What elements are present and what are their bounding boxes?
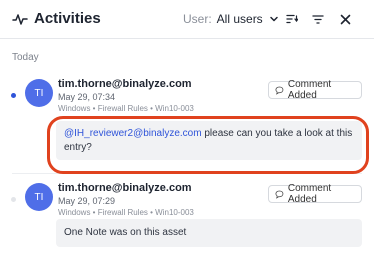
activity-date: May 29, 07:34 <box>58 92 116 102</box>
comment-text: @IH_reviewer2@binalyze.com please can yo… <box>56 121 362 160</box>
avatar: TI <box>25 183 53 211</box>
activity-user: tim.thorne@binalyze.com <box>58 78 192 90</box>
filter-icon <box>312 15 324 24</box>
sort-button[interactable] <box>284 11 300 27</box>
panel-title: Activities <box>34 10 101 27</box>
activity-context: Windows • Firewall Rules • Win10-003 <box>58 208 194 217</box>
unread-indicator <box>11 93 16 98</box>
close-icon <box>340 14 350 24</box>
read-indicator <box>11 197 16 202</box>
badge-label: Comment Added <box>287 79 332 101</box>
user-filter-value: All users <box>216 12 263 26</box>
activity-type-badge: Comment Added <box>268 183 362 205</box>
comment-bubble-icon <box>275 190 284 199</box>
panel-header: Activities User: All users <box>0 0 374 38</box>
chevron-down-icon <box>269 16 278 22</box>
filter-button[interactable] <box>310 11 326 27</box>
comment-body: One Note was on this asset <box>64 227 187 238</box>
section-label-today: Today <box>12 52 39 63</box>
activity-user: tim.thorne@binalyze.com <box>58 182 192 194</box>
activity-entry[interactable]: TI tim.thorne@binalyze.com May 29, 07:29… <box>0 172 374 262</box>
badge-label: Comment Added <box>287 183 332 205</box>
comment-text: One Note was on this asset <box>56 219 362 247</box>
close-button[interactable] <box>337 11 353 27</box>
user-filter-dropdown[interactable]: User: All users <box>183 11 279 27</box>
comment-bubble-icon <box>275 86 284 95</box>
user-mention[interactable]: @IH_reviewer2@binalyze.com <box>64 128 202 139</box>
avatar: TI <box>25 79 53 107</box>
activity-type-badge: Comment Added <box>268 79 362 101</box>
activity-entry[interactable]: TI tim.thorne@binalyze.com May 29, 07:34… <box>0 68 374 173</box>
user-filter-label: User: <box>183 12 212 26</box>
header-divider <box>0 38 374 39</box>
sort-icon <box>286 14 298 24</box>
activity-pulse-icon <box>12 14 28 25</box>
activity-context: Windows • Firewall Rules • Win10-003 <box>58 104 194 113</box>
activity-date: May 29, 07:29 <box>58 196 116 206</box>
activities-panel: Activities User: All users Today TI tim.… <box>0 0 374 262</box>
